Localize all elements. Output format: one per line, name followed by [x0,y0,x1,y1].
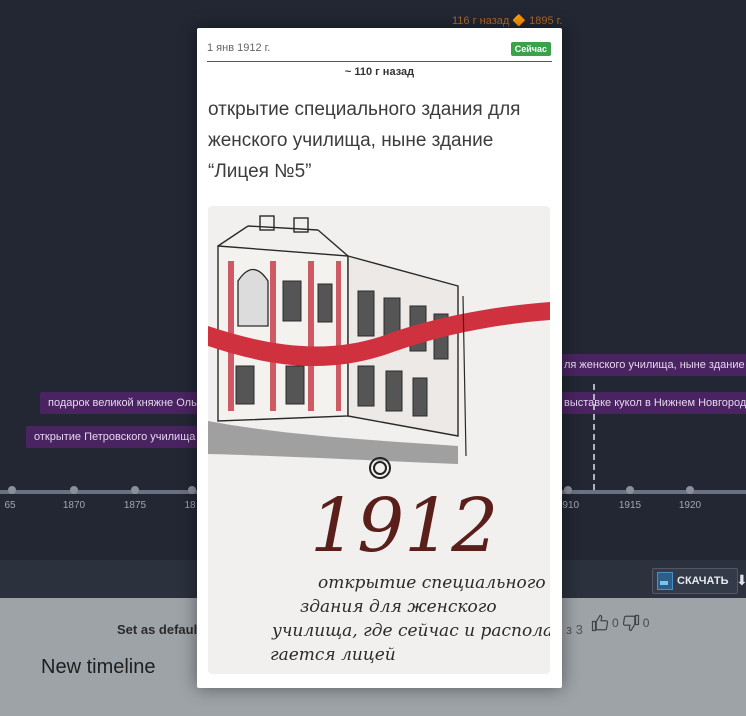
axis-label: 1920 [678,500,702,511]
axis-tick [188,486,196,494]
drawing-caption-line: училища, где сейчас и распола- [271,621,550,641]
time-ago-label: ~ 110 г назад [344,66,415,78]
timeline-top-label: 116 г назад 🔶 1895 г. [452,15,563,27]
axis-label: 65 [4,500,16,511]
drawing-caption-line: открытие специального [318,573,546,593]
axis-tick [686,486,694,494]
drawing-year: 1912 [310,483,498,569]
like-count: 0 [612,616,619,630]
timeline-event[interactable]: подарок великой княжне Ольга [40,392,215,414]
axis-tick [70,486,78,494]
event-date: 1 янв 1912 г. [207,42,271,54]
axis-tick [8,486,16,494]
timeline-event[interactable]: ля женского училища, ныне здание "Л [556,354,746,376]
drawing-caption-line: гается лицей [270,645,396,665]
axis-label: 1870 [62,500,86,511]
download-button-label: СКАЧАТЬ [677,575,729,587]
thumbs-up-icon[interactable] [591,614,609,632]
axis-label: 1875 [123,500,147,511]
axis-tick [626,486,634,494]
dislike-count: 0 [642,616,650,630]
modal-divider [207,61,552,62]
rating-controls: 0 0 [591,614,649,632]
axis-tick [131,486,139,494]
event-title: открытие специального здания для женског… [208,99,521,182]
timeline-heading: New timeline [41,656,156,678]
timeline-event[interactable]: открытие Петровского училища [26,426,204,448]
set-default-label: Set as default : [117,622,210,637]
thumbs-down-icon[interactable] [622,614,640,632]
download-button[interactable]: СКАЧАТЬ [652,568,738,594]
drawing-caption-line: здания для женского [300,597,497,617]
download-arrow-icon[interactable]: ⬇ [736,568,746,592]
axis-label: 18 [184,500,196,511]
current-date-marker [593,384,595,490]
event-detail-modal: 1 янв 1912 г. Сейчас ~ 110 г назад откры… [197,28,562,688]
axis-tick [564,486,572,494]
page-count: з 3 [566,622,583,637]
event-image: 1912 открытие специального здания для же… [208,206,550,674]
timeline-event[interactable]: выставке кукол в Нижнем Новгороде. [556,392,746,414]
now-badge[interactable]: Сейчас [510,42,551,56]
building-drawing: 1912 открытие специального здания для же… [208,215,550,665]
file-icon [657,572,673,590]
axis-label: 1915 [618,500,642,511]
